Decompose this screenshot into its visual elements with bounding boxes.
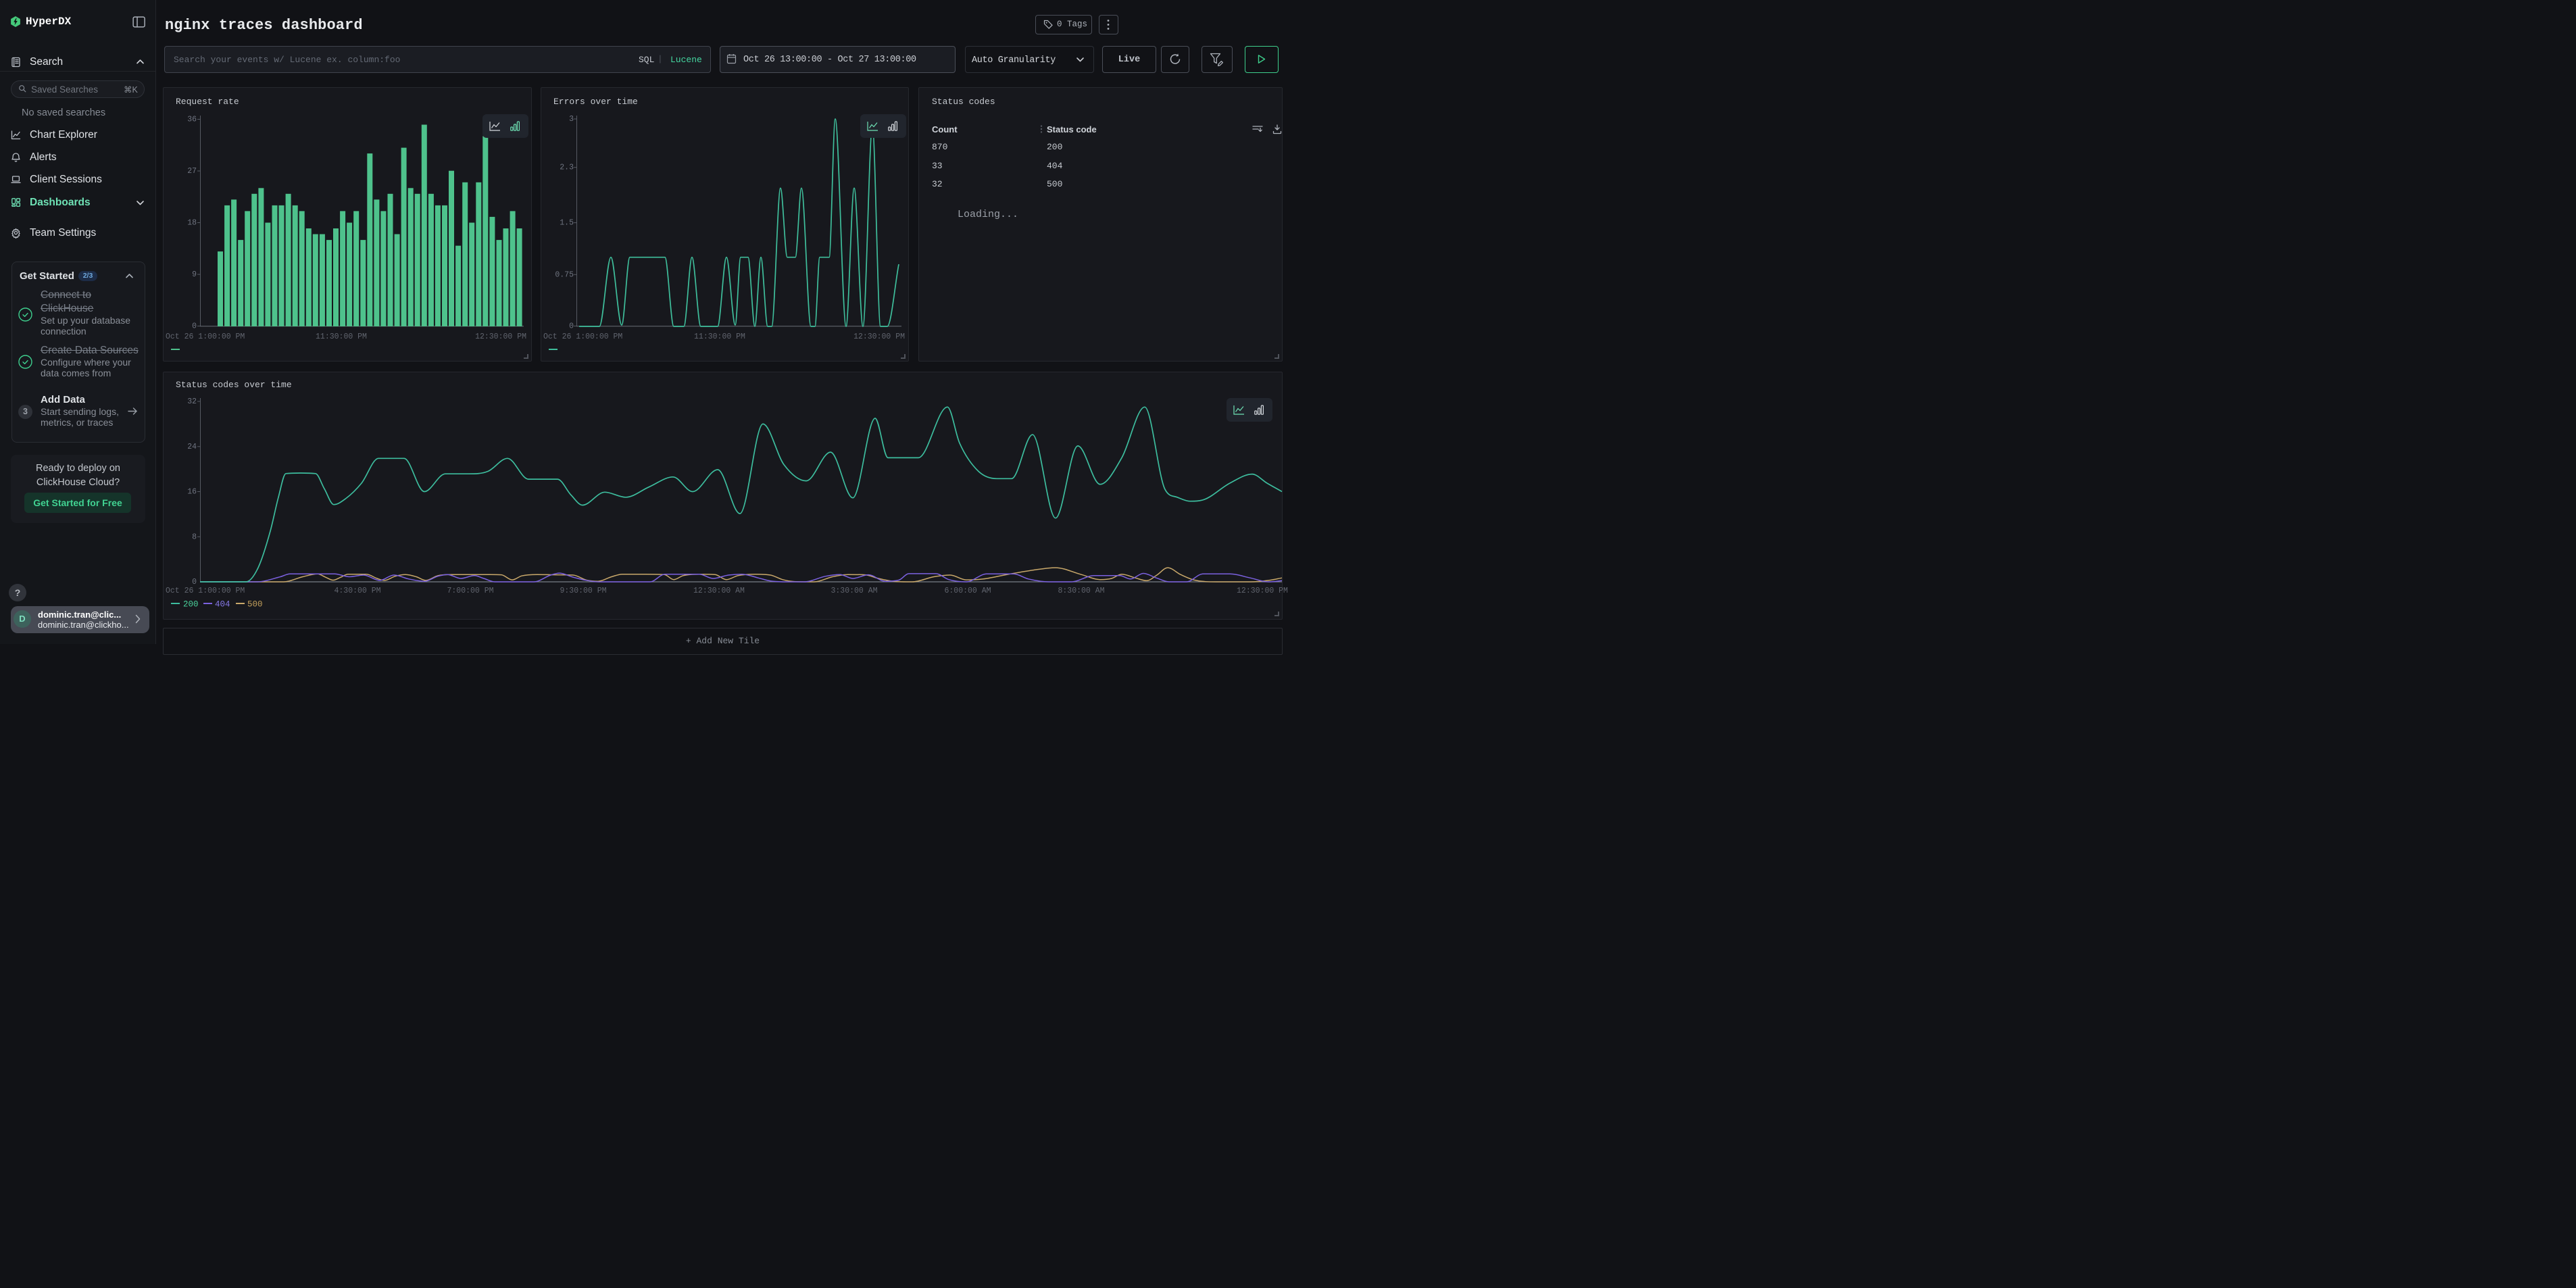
svg-text:36: 36 xyxy=(187,116,197,124)
svg-text:6:00:00 AM: 6:00:00 AM xyxy=(944,587,991,595)
svg-text:27: 27 xyxy=(187,167,197,176)
svg-text:3: 3 xyxy=(569,115,574,124)
svg-text:11:30:00 PM: 11:30:00 PM xyxy=(694,332,745,341)
svg-text:500: 500 xyxy=(247,600,263,610)
svg-text:24: 24 xyxy=(187,443,197,451)
svg-text:1.5: 1.5 xyxy=(560,219,574,228)
svg-text:8: 8 xyxy=(192,532,197,541)
svg-text:Oct 26 1:00:00 PM: Oct 26 1:00:00 PM xyxy=(166,587,245,595)
svg-text:0.75: 0.75 xyxy=(555,270,574,279)
svg-text:200: 200 xyxy=(183,600,199,610)
svg-text:12:30:00 PM: 12:30:00 PM xyxy=(853,332,905,341)
svg-text:Oct 26 1:00:00 PM: Oct 26 1:00:00 PM xyxy=(543,332,622,341)
svg-text:9: 9 xyxy=(192,270,197,279)
svg-text:4:30:00 PM: 4:30:00 PM xyxy=(334,587,380,595)
svg-text:12:30:00 PM: 12:30:00 PM xyxy=(475,332,526,341)
svg-text:2.3: 2.3 xyxy=(560,164,574,172)
svg-text:11:30:00 PM: 11:30:00 PM xyxy=(316,332,367,341)
svg-text:404: 404 xyxy=(215,600,230,610)
svg-text:0: 0 xyxy=(192,578,197,587)
svg-text:12:30:00 PM: 12:30:00 PM xyxy=(1237,587,1288,595)
svg-text:32: 32 xyxy=(187,397,197,406)
svg-text:7:00:00 PM: 7:00:00 PM xyxy=(447,587,493,595)
svg-text:0: 0 xyxy=(192,322,197,331)
svg-text:16: 16 xyxy=(187,488,197,497)
svg-text:9:30:00 PM: 9:30:00 PM xyxy=(560,587,606,595)
svg-text:0: 0 xyxy=(569,322,574,331)
svg-text:8:30:00 AM: 8:30:00 AM xyxy=(1058,587,1104,595)
svg-text:12:30:00 AM: 12:30:00 AM xyxy=(693,587,745,595)
svg-text:3:30:00 AM: 3:30:00 AM xyxy=(831,587,877,595)
svg-text:18: 18 xyxy=(187,219,197,228)
svg-text:Oct 26 1:00:00 PM: Oct 26 1:00:00 PM xyxy=(166,332,245,341)
